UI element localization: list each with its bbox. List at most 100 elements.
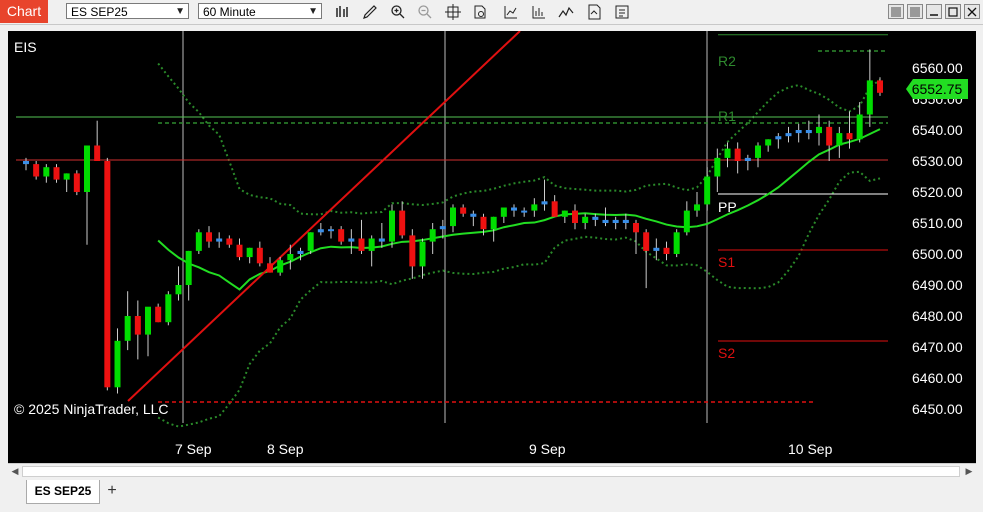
candle-body — [338, 229, 345, 242]
candle-body — [511, 207, 517, 211]
candle-body — [236, 244, 243, 258]
candle-body — [714, 157, 721, 177]
candle-body — [561, 210, 568, 217]
candle-body — [460, 207, 467, 214]
candle-body — [521, 210, 528, 213]
candle-body — [104, 161, 111, 388]
horizontal-scrollbar[interactable]: ◀ ▶ — [8, 463, 976, 478]
restore-icon[interactable] — [888, 4, 904, 19]
instrument-value: ES SEP25 — [71, 5, 128, 19]
copyright-text: © 2025 NinjaTrader, LLC — [14, 401, 169, 417]
pivot-s1-label: S1 — [718, 254, 736, 270]
candle-body — [84, 145, 90, 192]
candle-body — [23, 161, 29, 165]
tab-es-sep25[interactable]: ES SEP25 — [26, 480, 100, 504]
candle-body — [185, 250, 192, 285]
candle-body — [419, 241, 426, 267]
price-tick: 6530.00 — [912, 153, 963, 169]
candle-body — [378, 238, 385, 242]
candle-body — [846, 133, 853, 140]
maximize-window-icon[interactable] — [945, 4, 961, 19]
candle-body — [704, 176, 711, 205]
pivot-r2-label: R2 — [718, 53, 736, 69]
candle-body — [165, 294, 172, 323]
zoom-in-icon[interactable] — [389, 3, 407, 21]
candle-body — [307, 232, 314, 251]
candle-body — [663, 247, 670, 254]
price-tick: 6510.00 — [912, 215, 963, 231]
maximize-icon[interactable] — [926, 4, 942, 19]
chart-menu-button[interactable]: Chart — [0, 0, 48, 23]
candle-body — [826, 126, 833, 146]
candle-body — [744, 157, 751, 161]
scrollbar-thumb[interactable] — [22, 466, 960, 477]
candle-body — [43, 167, 50, 177]
price-tick: 6520.00 — [912, 184, 963, 200]
attach-order-icon[interactable] — [613, 3, 631, 21]
candle-body — [94, 145, 101, 161]
price-tick: 6460.00 — [912, 370, 963, 386]
candle-body — [653, 247, 660, 251]
candle-body — [856, 114, 863, 140]
scroll-left-icon[interactable]: ◀ — [8, 464, 22, 478]
strategies-icon[interactable] — [530, 3, 548, 21]
scroll-right-icon[interactable]: ▶ — [962, 464, 976, 478]
candle-body — [256, 247, 263, 264]
pivot-r1-label: R1 — [718, 108, 736, 124]
candle-body — [755, 145, 761, 158]
candle-body — [470, 213, 477, 217]
candle-body — [389, 210, 395, 242]
candle-body — [53, 167, 60, 180]
candle-body — [490, 216, 497, 230]
price-chart[interactable] — [8, 31, 976, 463]
candle-body — [480, 216, 487, 230]
candle-body — [33, 164, 40, 177]
candle-body — [592, 216, 599, 220]
candle-body — [63, 173, 70, 180]
candle-body — [551, 201, 558, 217]
candle-body — [572, 210, 578, 223]
candle-body — [409, 235, 416, 267]
candle-body — [277, 260, 284, 273]
last-price-value: 6552.75 — [911, 81, 963, 97]
candle-body — [531, 204, 538, 211]
candle-body — [114, 340, 121, 388]
close-icon[interactable] — [964, 4, 980, 19]
candle-body — [805, 130, 812, 134]
draw-pencil-icon[interactable] — [361, 3, 379, 21]
instrument-selector[interactable]: ES SEP25 ▼ — [66, 3, 189, 19]
drawing-tools-icon[interactable] — [557, 3, 575, 21]
indicators-icon[interactable] — [502, 3, 520, 21]
candle-body — [317, 229, 324, 233]
candle-body — [734, 148, 741, 161]
candle-body — [877, 80, 883, 93]
data-box-icon[interactable] — [471, 3, 489, 21]
candle-body — [348, 238, 355, 242]
candle-body — [439, 226, 446, 230]
candle-body — [328, 229, 334, 232]
zoom-out-icon[interactable] — [416, 3, 434, 21]
price-tick: 6470.00 — [912, 339, 963, 355]
price-tick: 6560.00 — [912, 60, 963, 76]
minimize-icon[interactable] — [907, 4, 923, 19]
interval-selector[interactable]: 60 Minute ▼ — [198, 3, 322, 19]
candle-body — [633, 223, 639, 233]
chart-panel[interactable]: EIS © 2025 NinjaTrader, LLC R2 R1 PP S1 … — [8, 31, 976, 463]
date-label-7-sep: 7 Sep — [175, 441, 212, 457]
candle-body — [866, 80, 873, 115]
candle-body — [775, 136, 782, 140]
toolbar: Chart ES SEP25 ▼ 60 Minute ▼ — [0, 0, 983, 25]
date-label-10-sep: 10 Sep — [788, 441, 833, 457]
candle-body — [368, 238, 375, 251]
price-tick: 6500.00 — [912, 246, 963, 262]
bars-icon[interactable] — [334, 3, 352, 21]
crosshair-icon[interactable] — [444, 3, 462, 21]
add-tab-icon[interactable]: + — [103, 482, 121, 500]
properties-icon[interactable] — [585, 3, 603, 21]
candle-body — [765, 139, 772, 146]
lower-band — [157, 170, 881, 428]
candle-body — [399, 210, 406, 236]
candle-body — [673, 232, 680, 254]
candle-body — [216, 238, 223, 242]
candle-body — [226, 238, 233, 245]
